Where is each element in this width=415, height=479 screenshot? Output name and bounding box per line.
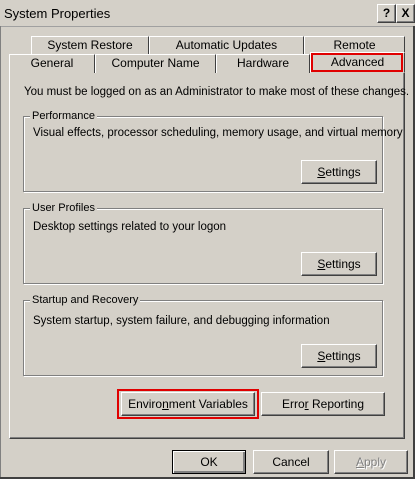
user-profiles-description: Desktop settings related to your logon — [33, 221, 227, 233]
performance-group-label: Performance — [30, 110, 97, 122]
admin-note: You must be logged on as an Administrato… — [24, 86, 410, 98]
user-profiles-settings-button[interactable]: Settings — [301, 252, 377, 276]
startup-recovery-description: System startup, system failure, and debu… — [33, 315, 330, 327]
button-text-post: Reporting — [308, 397, 365, 411]
advanced-tab-highlight — [311, 53, 403, 72]
close-button[interactable]: X — [396, 4, 415, 23]
close-icon: X — [401, 6, 410, 20]
title-bar: System Properties ? X — [0, 0, 415, 27]
cancel-button-label: Cancel — [272, 455, 310, 469]
tab-hardware-label: Hardware — [236, 56, 290, 70]
button-text-pre: Erro — [281, 397, 305, 411]
tab-system-restore[interactable]: System Restore — [31, 36, 149, 55]
tab-computer-name-label: Computer Name — [111, 56, 200, 70]
ok-button-label: OK — [200, 455, 218, 469]
tab-computer-name[interactable]: Computer Name — [95, 54, 216, 73]
button-text-post: pply — [364, 455, 387, 469]
tab-general-label: General — [30, 56, 74, 70]
cancel-button[interactable]: Cancel — [253, 450, 329, 474]
tab-automatic-updates[interactable]: Automatic Updates — [149, 36, 304, 55]
apply-button[interactable]: Apply — [334, 450, 408, 474]
user-profiles-group-label: User Profiles — [30, 202, 97, 214]
window-frame-left — [0, 26, 1, 479]
startup-recovery-settings-button[interactable]: Settings — [301, 344, 377, 368]
button-text-post: ettings — [325, 165, 361, 179]
performance-settings-button[interactable]: Settings — [301, 160, 377, 184]
ok-button[interactable]: OK — [172, 450, 246, 474]
tab-general[interactable]: General — [9, 54, 95, 73]
button-text-post: ettings — [325, 257, 361, 271]
performance-description: Visual effects, processor scheduling, me… — [33, 127, 403, 139]
tab-system-restore-label: System Restore — [47, 38, 133, 52]
error-reporting-button[interactable]: Error Reporting — [261, 392, 385, 416]
help-icon: ? — [382, 6, 391, 20]
tab-hardware[interactable]: Hardware — [216, 54, 310, 73]
tab-remote-label: Remote — [333, 38, 376, 52]
window-title: System Properties — [4, 6, 111, 21]
button-text-post: ettings — [325, 349, 361, 363]
tab-automatic-updates-label: Automatic Updates — [175, 38, 278, 52]
startup-recovery-group-label: Startup and Recovery — [30, 294, 141, 306]
environment-variables-highlight — [117, 389, 259, 419]
button-accel-key: A — [355, 455, 364, 469]
help-button[interactable]: ? — [377, 4, 396, 23]
